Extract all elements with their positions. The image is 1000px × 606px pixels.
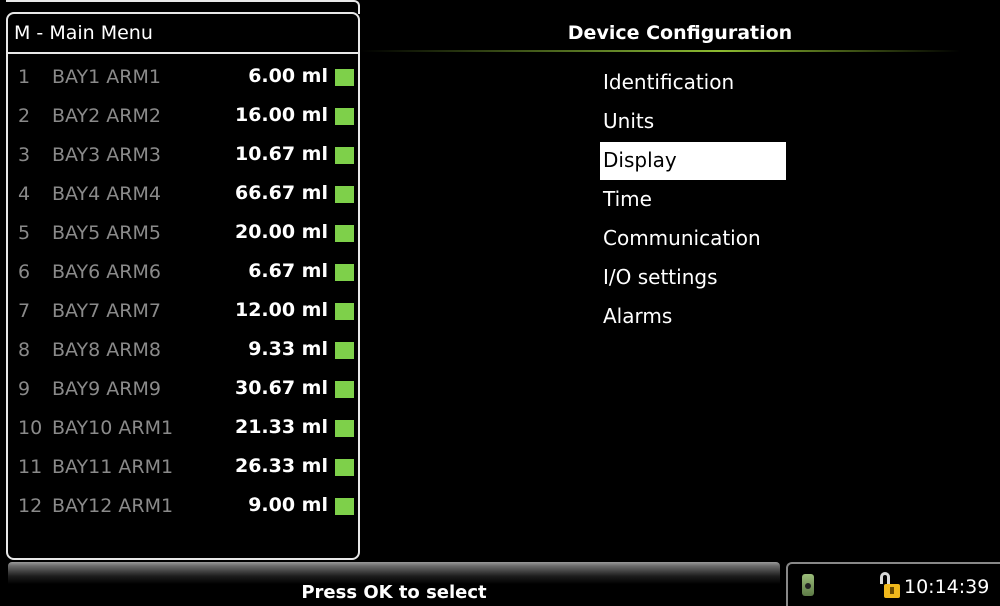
status-tray: 10:14:39 <box>786 562 1000 606</box>
bay-list: 1 BAY1 ARM1 6.00 ml 2 BAY2 ARM2 16.00 ml… <box>8 58 358 526</box>
panel-title: M - Main Menu <box>8 14 358 54</box>
list-item[interactable]: 2 BAY2 ARM2 16.00 ml <box>8 97 358 136</box>
row-number: 12 <box>18 495 43 517</box>
volume-value: 21.33 ml <box>234 416 328 438</box>
status-indicator-icon <box>335 342 354 359</box>
volume-value: 9.00 ml <box>248 494 328 516</box>
row-number: 3 <box>18 144 31 166</box>
volume-value: 6.67 ml <box>248 260 328 282</box>
status-indicator-icon <box>335 108 354 125</box>
bay-arm-name: BAY10 ARM1 <box>52 417 174 439</box>
list-item[interactable]: 9 BAY9 ARM9 30.67 ml <box>8 370 358 409</box>
menu-item-io-settings[interactable]: I/O settings <box>600 259 786 297</box>
menu-item-alarms[interactable]: Alarms <box>600 298 786 336</box>
status-indicator-icon <box>335 225 354 242</box>
volume-value: 10.67 ml <box>234 143 328 165</box>
status-indicator-icon <box>335 147 354 164</box>
menu-item-time[interactable]: Time <box>600 181 786 219</box>
list-item[interactable]: 8 BAY8 ARM8 9.33 ml <box>8 331 358 370</box>
row-number: 1 <box>18 66 31 88</box>
volume-value: 30.67 ml <box>234 377 328 399</box>
row-number: 4 <box>18 183 31 205</box>
bay-arm-name: BAY7 ARM7 <box>52 300 161 322</box>
bay-arm-name: BAY6 ARM6 <box>52 261 161 283</box>
row-number: 11 <box>18 456 43 478</box>
volume-value: 26.33 ml <box>234 455 328 477</box>
bay-arm-name: BAY9 ARM9 <box>52 378 161 400</box>
status-indicator-icon <box>335 69 354 86</box>
page-title: Device Configuration <box>567 22 793 44</box>
volume-value: 6.00 ml <box>248 65 328 87</box>
title-underline <box>360 50 960 52</box>
list-item[interactable]: 12 BAY12 ARM1 9.00 ml <box>8 487 358 526</box>
bay-arm-name: BAY4 ARM4 <box>52 183 161 205</box>
list-item[interactable]: 10 BAY10 ARM1 21.33 ml <box>8 409 358 448</box>
bay-arm-name: BAY11 ARM1 <box>52 456 174 478</box>
bay-arm-name: BAY1 ARM1 <box>52 66 161 88</box>
row-number: 8 <box>18 339 31 361</box>
status-indicator-icon <box>335 264 354 281</box>
menu-item-communication[interactable]: Communication <box>600 220 786 258</box>
menu-item-units[interactable]: Units <box>600 103 786 141</box>
list-item[interactable]: 3 BAY3 ARM3 10.67 ml <box>8 136 358 175</box>
volume-value: 9.33 ml <box>248 338 328 360</box>
volume-value: 20.00 ml <box>234 221 328 243</box>
list-item[interactable]: 6 BAY6 ARM6 6.67 ml <box>8 253 358 292</box>
bay-arm-name: BAY5 ARM5 <box>52 222 161 244</box>
row-number: 10 <box>18 417 43 439</box>
status-indicator-icon <box>335 381 354 398</box>
bay-list-panel: M - Main Menu 1 BAY1 ARM1 6.00 ml 2 BAY2… <box>6 12 360 560</box>
list-item[interactable]: 1 BAY1 ARM1 6.00 ml <box>8 58 358 97</box>
hint-bar: Press OK to select <box>8 562 780 606</box>
row-number: 2 <box>18 105 31 127</box>
status-indicator-icon <box>335 186 354 203</box>
menu-item-identification[interactable]: Identification <box>600 64 786 102</box>
status-bar: Press OK to select 10:14:39 <box>0 562 1000 606</box>
list-item[interactable]: 4 BAY4 ARM4 66.67 ml <box>8 175 358 214</box>
row-number: 7 <box>18 300 31 322</box>
row-number: 6 <box>18 261 31 283</box>
clock: 10:14:39 <box>904 576 990 598</box>
status-indicator-icon <box>335 303 354 320</box>
status-indicator-icon <box>335 459 354 476</box>
volume-value: 66.67 ml <box>234 182 328 204</box>
handheld-device-icon <box>802 574 814 596</box>
config-menu: Identification Units Display Time Commun… <box>600 64 786 337</box>
status-indicator-icon <box>335 498 354 515</box>
bay-arm-name: BAY12 ARM1 <box>52 495 174 517</box>
unlocked-padlock-icon <box>880 572 900 598</box>
hint-text: Press OK to select <box>301 582 487 603</box>
menu-item-display[interactable]: Display <box>600 142 786 180</box>
volume-value: 12.00 ml <box>234 299 328 321</box>
bay-arm-name: BAY3 ARM3 <box>52 144 161 166</box>
bay-arm-name: BAY8 ARM8 <box>52 339 161 361</box>
list-item[interactable]: 7 BAY7 ARM7 12.00 ml <box>8 292 358 331</box>
list-item[interactable]: 5 BAY5 ARM5 20.00 ml <box>8 214 358 253</box>
list-item[interactable]: 11 BAY11 ARM1 26.33 ml <box>8 448 358 487</box>
row-number: 5 <box>18 222 31 244</box>
row-number: 9 <box>18 378 31 400</box>
volume-value: 16.00 ml <box>234 104 328 126</box>
status-indicator-icon <box>335 420 354 437</box>
bay-arm-name: BAY2 ARM2 <box>52 105 161 127</box>
